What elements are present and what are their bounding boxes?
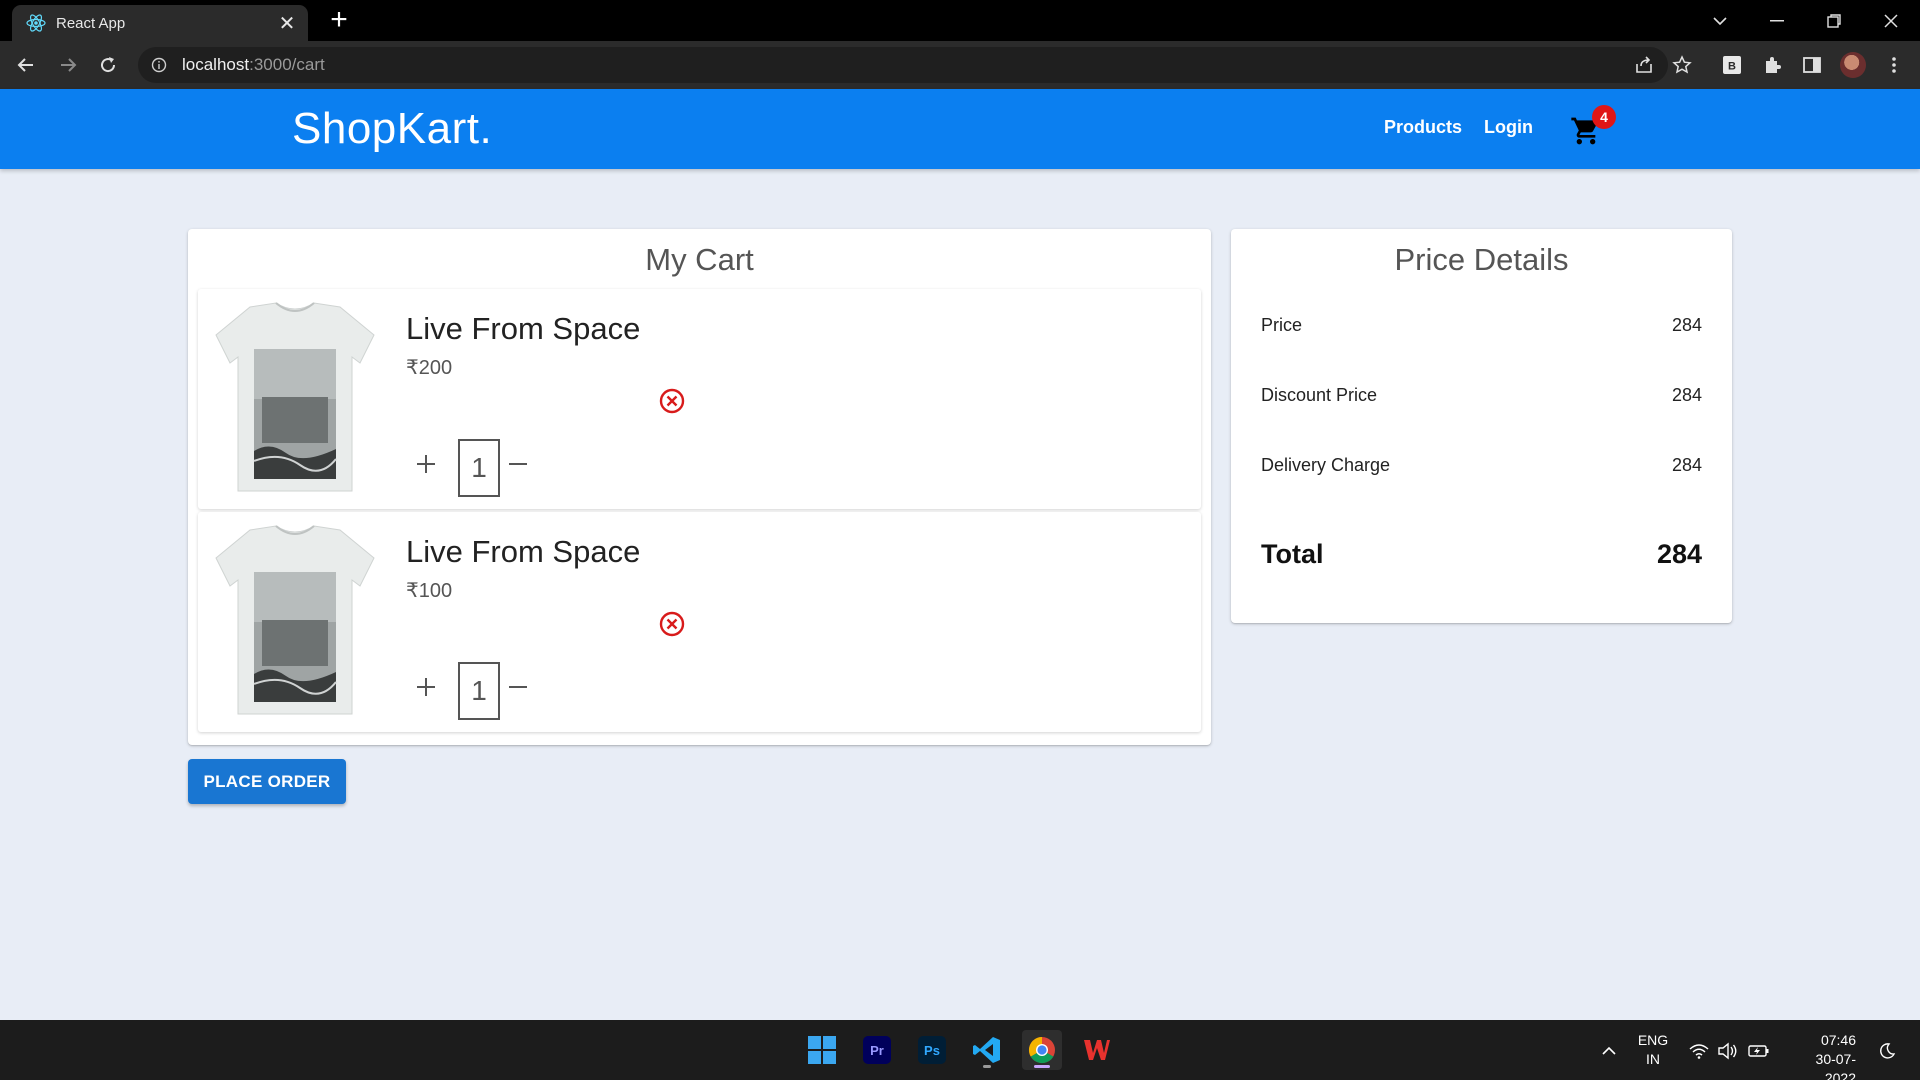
product-price: ₹200 — [406, 357, 453, 379]
price-details-panel: Price Details Price 284 Discount Price 2… — [1231, 229, 1732, 623]
minimize-icon[interactable] — [1757, 6, 1797, 36]
product-name: Live From Space — [406, 534, 641, 569]
reload-icon[interactable] — [92, 49, 124, 81]
quantity-decrease-icon[interactable] — [503, 672, 533, 702]
delivery-charge-label: Delivery Charge — [1261, 455, 1391, 475]
svg-text:Ps: Ps — [924, 1043, 940, 1058]
quantity-value: 1 — [458, 662, 500, 720]
cart-item: Live From Space ₹100 1 — [198, 512, 1201, 732]
nav-products-link[interactable]: Products — [1384, 117, 1462, 138]
quantity-decrease-icon[interactable] — [503, 449, 533, 479]
total-row: Total 284 — [1261, 539, 1702, 570]
discount-price-value: 284 — [1671, 385, 1702, 405]
new-tab-icon[interactable]: + — [326, 5, 352, 35]
vscode-icon[interactable] — [967, 1030, 1007, 1070]
windows-start-icon[interactable] — [802, 1030, 842, 1070]
product-name: Live From Space — [406, 311, 641, 346]
cart-button[interactable]: 4 — [1570, 105, 1616, 155]
price-value: 284 — [1671, 315, 1702, 335]
site-info-icon[interactable] — [150, 56, 168, 74]
browser-tab-strip: React App ✕ + — [0, 0, 1920, 41]
url-host: localhost — [182, 55, 250, 74]
app-header: ShopKart. Products Login 4 — [0, 89, 1920, 169]
price-row: Price 284 — [1261, 315, 1702, 336]
svg-text:Pr: Pr — [870, 1043, 884, 1058]
brand-logo[interactable]: ShopKart. — [292, 104, 492, 154]
language-indicator[interactable]: ENG IN — [1634, 1031, 1672, 1069]
premiere-pro-icon[interactable]: Pr — [857, 1030, 897, 1070]
tab-title: React App — [56, 14, 126, 32]
forward-arrow-icon[interactable] — [52, 49, 84, 81]
tab-search-chevron-icon[interactable] — [1700, 6, 1740, 36]
windows-taskbar: Pr Ps ENG IN 07:46 30-07-2022 — [0, 1020, 1920, 1080]
clock-date: 30-07-2022 — [1815, 1051, 1856, 1080]
chrome-icon[interactable] — [1022, 1030, 1062, 1070]
quantity-increase-icon[interactable] — [411, 449, 441, 479]
price-label: Price — [1261, 315, 1303, 335]
my-cart-title: My Cart — [645, 242, 754, 277]
product-image — [210, 301, 380, 497]
address-bar[interactable]: localhost:3000/cart — [138, 47, 1668, 83]
cart-item: Live From Space ₹200 1 — [198, 289, 1201, 509]
discount-price-label: Discount Price — [1261, 385, 1378, 405]
url-path: :3000/cart — [249, 55, 325, 74]
quantity-value: 1 — [458, 439, 500, 497]
wps-office-icon[interactable] — [1077, 1030, 1117, 1070]
my-cart-panel: My Cart Live From Space ₹200 1 Live From… — [188, 229, 1211, 745]
place-order-button[interactable]: PLACE ORDER — [188, 759, 346, 804]
clock-time: 07:46 — [1820, 1032, 1856, 1048]
photoshop-icon[interactable]: Ps — [912, 1030, 952, 1070]
battery-charging-icon[interactable] — [1748, 1040, 1770, 1062]
browser-toolbar: localhost:3000/cart B — [0, 41, 1920, 89]
remove-item-icon[interactable] — [658, 610, 686, 638]
show-hidden-icons-chevron-icon[interactable] — [1598, 1040, 1620, 1062]
volume-icon[interactable] — [1716, 1040, 1738, 1062]
product-image — [210, 524, 380, 720]
focus-assist-moon-icon[interactable] — [1876, 1040, 1898, 1062]
browser-tab[interactable]: React App ✕ — [12, 5, 308, 41]
profile-avatar[interactable] — [1840, 52, 1866, 78]
price-details-title: Price Details — [1394, 242, 1569, 277]
share-icon[interactable] — [1630, 51, 1658, 79]
delivery-charge-row: Delivery Charge 284 — [1261, 455, 1702, 476]
wifi-icon[interactable] — [1688, 1040, 1710, 1062]
clock[interactable]: 07:46 30-07-2022 — [1786, 1031, 1856, 1080]
discount-price-row: Discount Price 284 — [1261, 385, 1702, 406]
bookmark-star-icon[interactable] — [1668, 51, 1696, 79]
nav-login-link[interactable]: Login — [1484, 117, 1533, 138]
cart-count-badge: 4 — [1592, 105, 1616, 129]
close-window-icon[interactable] — [1871, 6, 1911, 36]
active-indicator — [1034, 1065, 1050, 1068]
back-arrow-icon[interactable] — [10, 49, 42, 81]
react-icon — [26, 13, 46, 33]
extension-b-icon[interactable]: B — [1718, 51, 1746, 79]
total-label: Total — [1261, 539, 1324, 569]
restore-icon[interactable] — [1814, 6, 1854, 36]
product-price: ₹100 — [406, 580, 453, 602]
language-code: ENG — [1637, 1032, 1669, 1048]
remove-item-icon[interactable] — [658, 387, 686, 415]
quantity-increase-icon[interactable] — [411, 672, 441, 702]
side-panel-icon[interactable] — [1798, 51, 1826, 79]
total-value: 284 — [1656, 539, 1702, 569]
svg-text:B: B — [1728, 61, 1736, 73]
browser-menu-kebab-icon[interactable] — [1880, 51, 1908, 79]
running-indicator — [983, 1065, 991, 1068]
extensions-puzzle-icon[interactable] — [1758, 51, 1786, 79]
tab-close-icon[interactable]: ✕ — [276, 12, 298, 35]
delivery-charge-value: 284 — [1671, 455, 1702, 475]
region-code: IN — [1646, 1051, 1660, 1067]
